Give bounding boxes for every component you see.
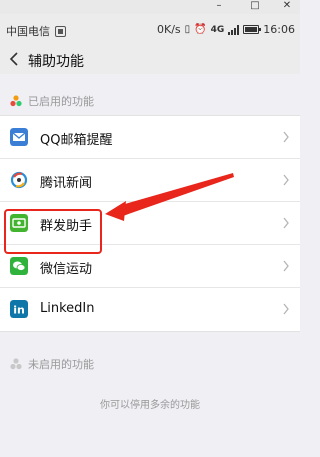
annotation-arrow-icon [105, 173, 234, 221]
